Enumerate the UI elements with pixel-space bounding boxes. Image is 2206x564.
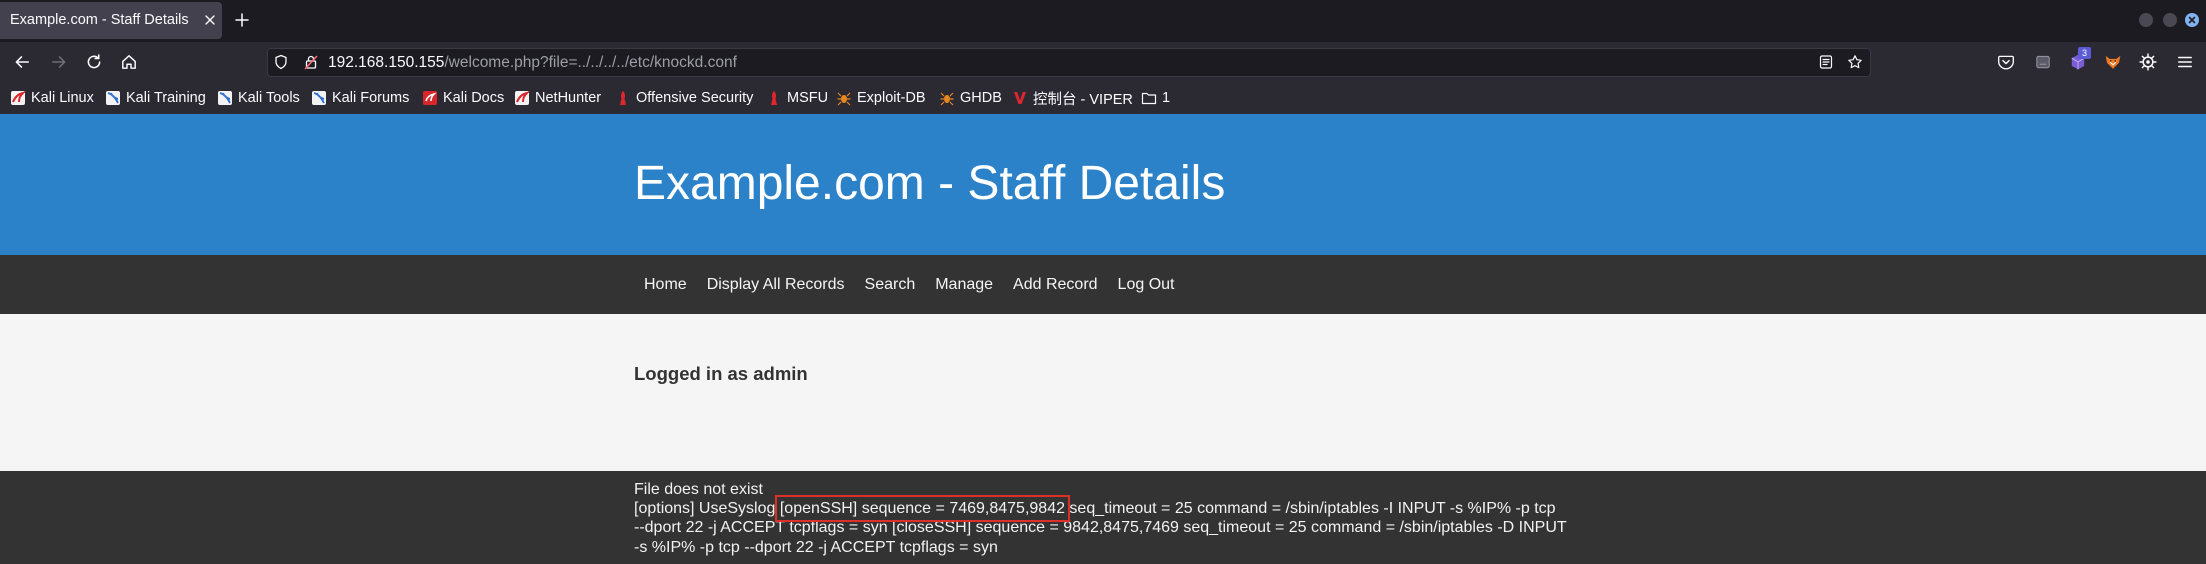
folder-icon	[1141, 90, 1157, 106]
nav-home[interactable]: Home	[634, 255, 697, 314]
url-path: /welcome.php?file=../../../../etc/knockd…	[444, 54, 737, 71]
kali-linux-icon	[10, 90, 26, 106]
insecure-lock-icon[interactable]	[303, 54, 319, 70]
screenshot-icon[interactable]	[2034, 53, 2052, 71]
kali-docs-icon	[422, 90, 438, 106]
nav-search[interactable]: Search	[855, 255, 926, 314]
minimize-window-button[interactable]	[2139, 13, 2153, 27]
site-header: Example.com - Staff Details	[0, 114, 2206, 255]
bookmark-label: Kali Forums	[332, 90, 410, 106]
bookmark-label: Kali Docs	[443, 90, 505, 106]
bookmark-label: Exploit-DB	[857, 90, 926, 106]
bookmark-kali-training[interactable]: Kali Training	[105, 82, 206, 114]
highlighted-knock-sequence: [openSSH] sequence = 7469,8475,9842	[774, 495, 1070, 523]
close-window-button[interactable]	[2185, 13, 2199, 27]
nav-log-out[interactable]: Log Out	[1108, 255, 1185, 314]
viper-icon	[1012, 90, 1028, 106]
bookmark-offensive-security[interactable]: Offensive Security	[615, 82, 753, 114]
main-content: Logged in as admin	[0, 314, 2206, 471]
nav-links: Home Display All Records Search Manage A…	[634, 255, 1184, 314]
forward-arrow-icon[interactable]	[50, 53, 68, 71]
site-title: Example.com - Staff Details	[634, 157, 1226, 210]
site-navbar: Home Display All Records Search Manage A…	[0, 255, 2206, 314]
url-text[interactable]: 192.168.150.155/welcome.php?file=../../.…	[328, 49, 737, 76]
msfu-icon	[766, 90, 782, 106]
back-arrow-icon[interactable]	[13, 53, 31, 71]
reload-icon[interactable]	[85, 53, 103, 71]
active-tab[interactable]: Example.com - Staff Details	[0, 2, 222, 39]
extension-badge: 3	[2078, 47, 2091, 59]
bookmark-kali-linux[interactable]: Kali Linux	[10, 82, 94, 114]
bookmark-kali-tools[interactable]: Kali Tools	[217, 82, 300, 114]
bookmarks-toolbar: Kali Linux Kali Training Kali Tools Kali…	[0, 82, 2206, 114]
file-output: File does not exist [options] UseSyslog …	[634, 480, 1567, 557]
gear-icon[interactable]	[2139, 53, 2157, 71]
bookmark-exploit-db[interactable]: Exploit-DB	[836, 82, 926, 114]
ghdb-icon	[939, 90, 955, 106]
login-status: Logged in as admin	[634, 363, 808, 384]
config-text: [options] UseSyslog	[634, 500, 780, 518]
url-bar[interactable]: 192.168.150.155/welcome.php?file=../../.…	[267, 48, 1871, 77]
reader-view-icon[interactable]	[1818, 54, 1834, 70]
tab-title: Example.com - Staff Details	[10, 12, 189, 28]
nav-manage[interactable]: Manage	[925, 255, 1003, 314]
config-line: -s %IP% -p tcp --dport 22 -j ACCEPT tcpf…	[634, 538, 998, 556]
tracking-protection-shield-icon[interactable]	[273, 54, 289, 70]
navigation-toolbar: 192.168.150.155/welcome.php?file=../../.…	[0, 42, 2206, 82]
bookmark-label: 1	[1162, 90, 1171, 106]
offensive-security-icon	[615, 90, 631, 106]
pocket-icon[interactable]	[1997, 53, 2015, 71]
bookmark-viper[interactable]: 控制台 - VIPER	[1012, 82, 1133, 114]
config-text: seq_timeout = 25 command = /sbin/iptable…	[1064, 500, 1556, 518]
nav-add-record[interactable]: Add Record	[1003, 255, 1108, 314]
config-line: --dport 22 -j ACCEPT tcpflags = syn [clo…	[634, 519, 1567, 537]
kali-forums-icon	[311, 90, 327, 106]
config-line: [options] UseSyslog [openSSH] sequence =…	[634, 495, 1567, 523]
nethunter-icon	[514, 90, 530, 106]
bookmark-folder[interactable]: 1	[1141, 82, 1170, 114]
menu-hamburger-icon[interactable]	[2176, 53, 2194, 71]
error-message: File does not exist	[634, 481, 763, 498]
tab-strip: Example.com - Staff Details	[0, 0, 2206, 42]
bookmark-label: MSFU	[787, 90, 829, 106]
bookmark-label: Offensive Security	[636, 90, 754, 106]
kali-training-icon	[105, 90, 121, 106]
url-host: 192.168.150.155	[328, 54, 445, 71]
page-footer: File does not exist [options] UseSyslog …	[0, 471, 2206, 564]
bookmark-label: Kali Linux	[31, 90, 94, 106]
bookmark-star-icon[interactable]	[1847, 54, 1863, 70]
home-icon[interactable]	[120, 53, 138, 71]
kali-tools-icon	[217, 90, 233, 106]
foxyproxy-fox-icon[interactable]	[2104, 53, 2122, 71]
bookmark-ghdb[interactable]: GHDB	[939, 82, 1002, 114]
bookmark-label: 控制台 - VIPER	[1033, 91, 1133, 108]
tab-close-icon[interactable]	[203, 13, 217, 27]
bookmark-label: NetHunter	[535, 90, 602, 106]
bookmark-nethunter[interactable]: NetHunter	[514, 82, 601, 114]
exploit-db-icon	[836, 90, 852, 106]
maximize-window-button[interactable]	[2163, 13, 2177, 27]
bookmark-label: Kali Training	[126, 90, 206, 106]
bookmark-kali-forums[interactable]: Kali Forums	[311, 82, 409, 114]
bookmark-label: GHDB	[960, 90, 1002, 106]
nav-display-all-records[interactable]: Display All Records	[697, 255, 855, 314]
bookmark-label: Kali Tools	[238, 90, 300, 106]
bookmark-msfu[interactable]: MSFU	[766, 82, 828, 114]
new-tab-icon[interactable]	[234, 12, 250, 28]
bookmark-kali-docs[interactable]: Kali Docs	[422, 82, 504, 114]
